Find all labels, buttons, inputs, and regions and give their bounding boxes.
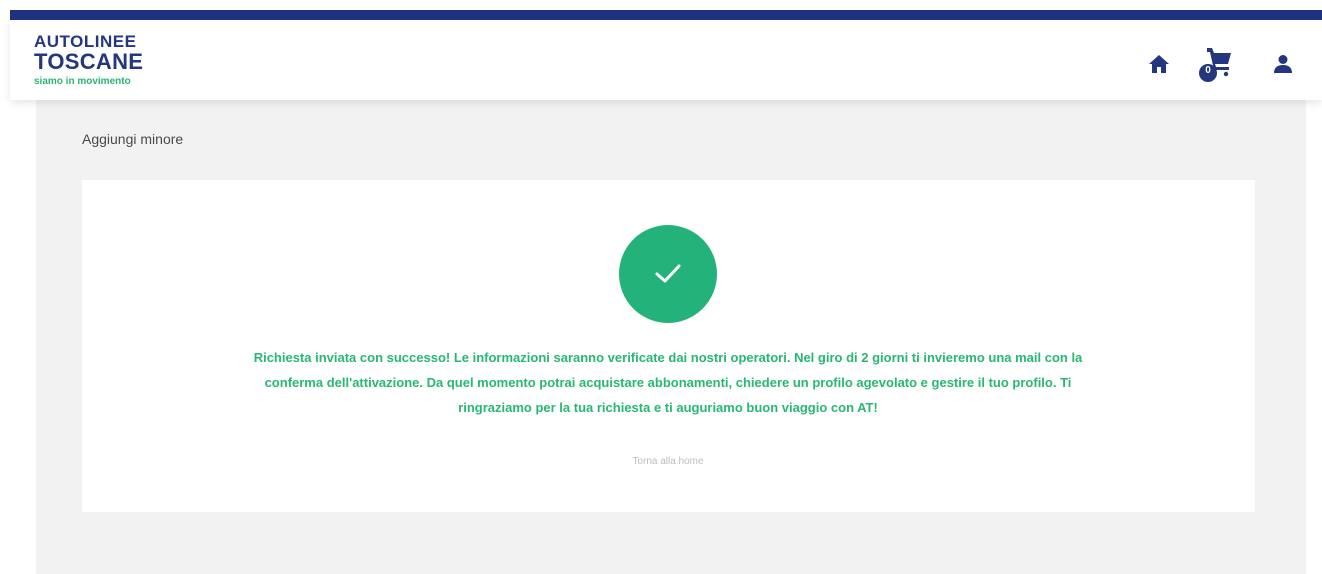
logo-text-toscane: TOSCANE	[34, 49, 144, 74]
success-message: Richiesta inviata con successo! Le infor…	[253, 350, 1083, 415]
page-subtitle: Aggiungi minore	[82, 131, 184, 147]
checkmark-icon	[655, 264, 681, 283]
brand-logo[interactable]: AUTOLINEE TOSCANE siamo in movimento	[34, 33, 143, 87]
page: AUTOLINEE TOSCANE siamo in movimento 0 A…	[0, 0, 1322, 574]
logo-text-autolinee: AUTOLINEE	[34, 32, 137, 51]
cart-count-badge: 0	[1205, 65, 1211, 76]
header-nav: 0	[1144, 44, 1298, 84]
user-account-button[interactable]	[1268, 49, 1298, 79]
home-button[interactable]	[1144, 49, 1174, 79]
app-header: AUTOLINEE TOSCANE siamo in movimento 0	[10, 20, 1322, 100]
home-icon	[1149, 55, 1169, 73]
confirmation-card: Richiesta inviata con successo! Le infor…	[82, 180, 1255, 512]
top-accent-stripe	[10, 10, 1322, 20]
success-badge	[619, 225, 717, 323]
cart-button[interactable]: 0	[1198, 44, 1234, 84]
back-to-home-link[interactable]: Torna alla home	[568, 456, 768, 467]
cart-icon	[1199, 48, 1231, 82]
user-icon	[1274, 55, 1292, 73]
logo-tagline: siamo in movimento	[34, 76, 131, 87]
